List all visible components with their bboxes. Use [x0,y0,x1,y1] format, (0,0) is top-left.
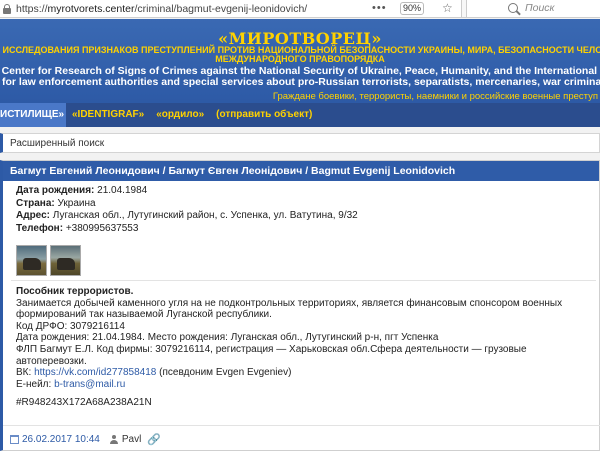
email-link[interactable]: b-trans@mail.ru [54,379,125,390]
photo-gallery [16,245,81,276]
email-row: E-нейл: b-trans@mail.ru [16,378,126,390]
header-russian-line-2: МЕЖДУНАРОДНОГО ПРАВОПОРЯДКА [215,54,385,64]
nav-item-submit-object[interactable]: (отправить объект) [210,103,318,127]
search-icon [508,3,518,13]
calendar-icon [10,434,19,444]
drfo-code: Код ДРФО: 3079216114 [16,320,125,332]
person-card: Багмут Евгений Леонидович / Багмут Євген… [0,160,600,451]
birth-details: Дата рождения: 21.04.1984. Место рождени… [16,332,439,344]
url-text[interactable]: https://myrotvorets.center/criminal/bagm… [16,3,307,15]
nav-item-chistilishche[interactable]: ИСТИЛИЩЕ» [0,103,66,127]
country-row: Страна: Украина [16,197,96,209]
business-details: ФЛП Багмут Е.Л. Код фирмы: 3079216114, р… [16,343,527,367]
card-footer: 26.02.2017 10:44 Pavl 🔗 [3,425,600,451]
advanced-search-toggle[interactable]: Расширенный поиск [0,133,600,153]
birthdate-row: Дата рождения: 21.04.1984 [16,185,148,196]
page-actions-icon[interactable]: ••• [372,2,387,14]
description-text: формирований так называемой Луганской ре… [16,309,272,321]
photo-thumbnail[interactable] [16,245,47,276]
address-bar[interactable]: https://myrotvorets.center/criminal/bagm… [0,0,462,17]
bookmark-star-icon[interactable]: ☆ [442,1,453,15]
photo-thumbnail[interactable] [50,245,81,276]
site-header: «МИРОТВОРЕЦ» Р ИССЛЕДОВАНИЯ ПРИЗНАКОВ ПР… [0,19,600,103]
zoom-level-badge[interactable]: 90% [400,2,424,15]
permalink-icon[interactable]: 🔗 [147,433,161,446]
description-text: Занимается добычей каменного угля на не … [16,297,563,309]
main-nav: ИСТИЛИЩЕ» «IDENTIGRAF» «ордило» (отправи… [0,103,600,127]
record-code: #R948243X172A68A238A21N [16,397,152,409]
advanced-search-label: Расширенный поиск [10,137,105,149]
header-english-line-2: for law enforcement authorities and spec… [2,76,600,88]
browser-toolbar: https://myrotvorets.center/criminal/bagm… [0,0,600,18]
divider [11,280,596,281]
lock-icon [2,3,12,14]
address-row: Адрес: Луганская обл., Лутугинский район… [16,210,358,221]
nav-item-gordilo[interactable]: «ордило» [150,103,210,127]
description-heading: Пособник террористов. [16,286,134,297]
person-info: Дата рождения: 21.04.1984 Страна: Украин… [16,185,358,235]
phone-row: Телефон: +380995637553 [16,222,139,234]
vk-row: ВК: https://vk.com/id277858418 (псевдони… [16,367,292,379]
post-author[interactable]: Pavl [122,434,141,445]
post-date[interactable]: 26.02.2017 10:44 [22,434,100,445]
person-name-title[interactable]: Багмут Евгений Леонидович / Багмут Євген… [3,161,599,181]
user-icon [110,434,119,444]
person-description: Пособник террористов. Занимается добычей… [16,286,596,409]
search-input[interactable]: Поиск [525,2,555,14]
vk-link[interactable]: https://vk.com/id277858418 [34,367,156,378]
header-slogan: Граждане боевики, террористы, наемники и… [272,91,598,102]
nav-item-identigraf[interactable]: «IDENTIGRAF» [66,103,150,127]
